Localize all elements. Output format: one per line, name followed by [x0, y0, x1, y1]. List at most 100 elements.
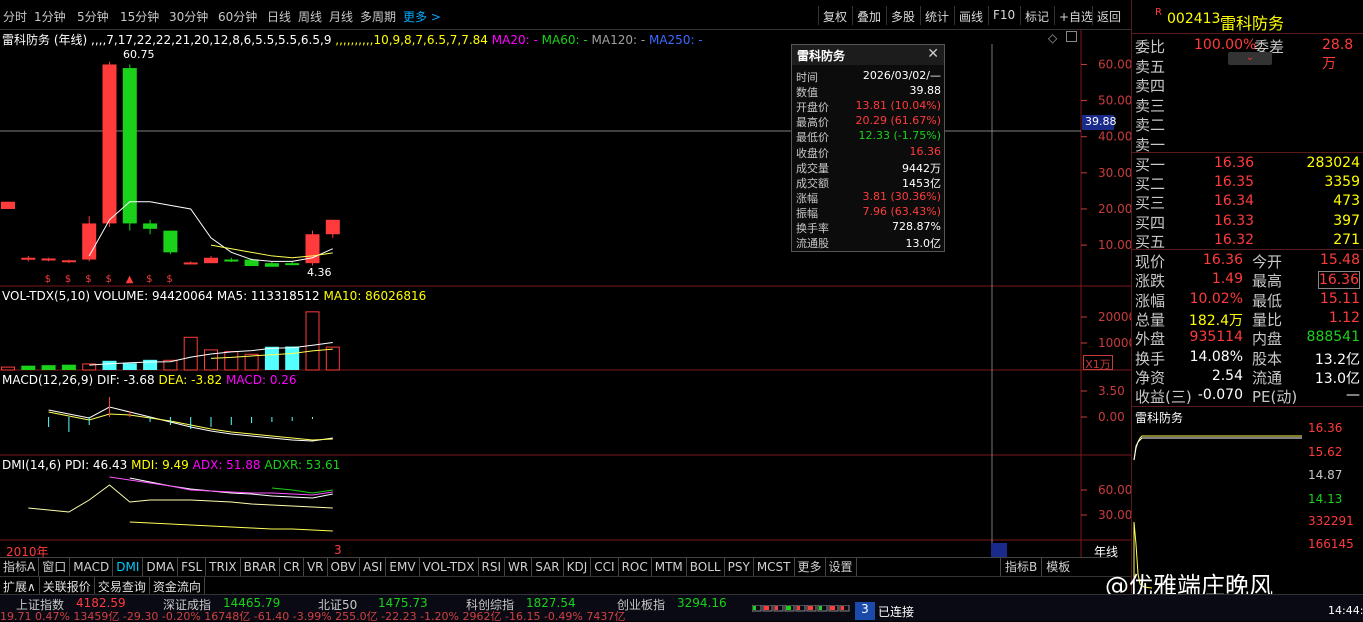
- toolbar-1[interactable]: 叠加: [852, 6, 885, 25]
- tab-更多[interactable]: 更多: [795, 558, 826, 577]
- quote-label: 最高: [1252, 272, 1283, 291]
- tab-MCST[interactable]: MCST: [754, 558, 795, 577]
- tab-BOLL[interactable]: BOLL: [687, 558, 725, 577]
- index-name[interactable]: 创业板指: [617, 596, 665, 613]
- vol-unit: X1万: [1083, 355, 1113, 371]
- crosshair-value: 39.88: [1082, 115, 1117, 130]
- tab-ASI[interactable]: ASI: [360, 558, 387, 577]
- vol-title: VOL-TDX(5,10): [2, 289, 91, 303]
- buy-level-price: 16.34: [1214, 193, 1255, 210]
- quote-value: 2.54: [1211, 367, 1243, 384]
- index-name[interactable]: 上证指数: [16, 596, 64, 613]
- tab-MTM[interactable]: MTM: [652, 558, 687, 577]
- tab-DMI[interactable]: DMI: [113, 558, 144, 577]
- tab-指标A[interactable]: 指标A: [0, 558, 40, 577]
- high-label: 60.75: [123, 48, 155, 61]
- macd-header: MACD(12,26,9) DIF: -3.68 DEA: -3.82 MACD…: [2, 373, 297, 387]
- r-badge: R: [1155, 7, 1162, 18]
- period-10[interactable]: 更多 >: [403, 8, 441, 25]
- market-breadth-bar: [752, 605, 850, 612]
- index-name[interactable]: 深证成指: [163, 596, 211, 613]
- period-0[interactable]: 分时: [3, 8, 27, 25]
- main-y-1: 50.00: [1098, 94, 1131, 108]
- quote-value: 15.11: [1319, 290, 1360, 307]
- quote-label: 总量: [1135, 310, 1166, 329]
- candle-body: [244, 259, 259, 267]
- toolbar-7[interactable]: +自选: [1054, 6, 1097, 25]
- mini-volume-tick: 332291: [1308, 514, 1354, 528]
- toolbar-8[interactable]: 返回: [1092, 6, 1125, 25]
- tab-WR[interactable]: WR: [505, 558, 533, 577]
- quote-value: 888541: [1306, 329, 1360, 346]
- toolbar-6[interactable]: 标记: [1020, 6, 1053, 25]
- index-name[interactable]: 北证50: [318, 596, 357, 613]
- popup-key: 最高价: [796, 116, 829, 130]
- tab-EMV[interactable]: EMV: [386, 558, 420, 577]
- data-window-popup: 雷科防务 ✕ 时间 2026/03/02/— 数值 39.88 开盘价 13.81 (10…: [791, 44, 945, 252]
- tab-TRIX[interactable]: TRIX: [206, 558, 241, 577]
- tab-设置[interactable]: 设置: [826, 558, 857, 577]
- window-toggle-icon[interactable]: [1066, 31, 1077, 42]
- tab-VR[interactable]: VR: [304, 558, 328, 577]
- period-3[interactable]: 15分钟: [120, 8, 159, 25]
- tab-模板[interactable]: 模板: [1041, 557, 1074, 576]
- vol-header: VOL-TDX(5,10) VOLUME: 94420064 MA5: 1133…: [2, 289, 426, 303]
- period-2[interactable]: 5分钟: [77, 8, 109, 25]
- macd-dif: DIF: -3.68: [96, 373, 155, 387]
- toolbar-3[interactable]: 统计: [920, 6, 953, 25]
- tab-SAR[interactable]: SAR: [532, 558, 564, 577]
- breadth-fill: [797, 606, 800, 610]
- macd-dea: DEA: -3.82: [158, 373, 223, 387]
- toolbar-2[interactable]: 多股: [886, 6, 919, 25]
- signal-marker: $: [166, 274, 172, 285]
- tab-CR[interactable]: CR: [280, 558, 304, 577]
- main-y-2: 40.00: [1098, 130, 1131, 144]
- popup-key: 流通股: [796, 237, 829, 251]
- tab-BRAR[interactable]: BRAR: [241, 558, 281, 577]
- breadth-fill: [819, 606, 822, 610]
- tab-RSI[interactable]: RSI: [479, 558, 506, 577]
- tab-VOL-TDX[interactable]: VOL-TDX: [420, 558, 479, 577]
- period-1[interactable]: 1分钟: [34, 8, 66, 25]
- popup-row: 振幅 7.96 (63.43%): [792, 205, 944, 220]
- popup-value: 728.87%: [892, 220, 941, 233]
- tab-ROC[interactable]: ROC: [619, 558, 652, 577]
- toolbar-5[interactable]: F10: [988, 6, 1019, 25]
- period-7[interactable]: 周线: [298, 8, 322, 25]
- period-8[interactable]: 月线: [329, 8, 353, 25]
- mini-intraday-chart[interactable]: [1132, 424, 1302, 589]
- mini-price-tick: 14.87: [1308, 468, 1343, 483]
- toolbar-0[interactable]: 复权: [818, 6, 851, 25]
- collapse-chevron-icon[interactable]: ⌄: [1228, 52, 1272, 65]
- popup-key: 换手率: [796, 222, 829, 235]
- dmi-y-1: 30.00: [1098, 508, 1131, 522]
- volume-bar: [41, 365, 56, 370]
- volume-bar: [183, 336, 198, 371]
- popup-value: 13.0亿: [905, 237, 942, 251]
- tab-CCI[interactable]: CCI: [591, 558, 619, 577]
- tab-KDJ[interactable]: KDJ: [564, 558, 592, 577]
- index-name[interactable]: 科创综指: [466, 596, 514, 613]
- tab-DMA[interactable]: DMA: [143, 558, 179, 577]
- main-y-5: 10.00: [1098, 238, 1131, 252]
- tab-FSL[interactable]: FSL: [178, 558, 207, 577]
- quote-value: 1.49: [1211, 271, 1243, 288]
- tab-MACD[interactable]: MACD: [70, 558, 114, 577]
- diamond-icon[interactable]: ◇: [1048, 31, 1057, 45]
- period-6[interactable]: 日线: [267, 8, 291, 25]
- volume-bar: [204, 349, 218, 371]
- tab-PSY[interactable]: PSY: [725, 558, 754, 577]
- period-4[interactable]: 30分钟: [169, 8, 208, 25]
- tab-OBV[interactable]: OBV: [328, 558, 361, 577]
- tab-窗口[interactable]: 窗口: [39, 558, 71, 577]
- period-9[interactable]: 多周期: [360, 8, 396, 25]
- tab-指标B[interactable]: 指标B: [1000, 557, 1041, 576]
- index-value: 1827.54: [526, 596, 576, 610]
- buy-level-volume: 271: [1333, 231, 1360, 248]
- toolbar-4[interactable]: 画线: [954, 6, 987, 25]
- signal-marker: $: [85, 274, 91, 285]
- close-icon[interactable]: ✕: [927, 46, 939, 62]
- period-5[interactable]: 60分钟: [218, 8, 257, 25]
- sep: [1132, 33, 1363, 34]
- index-value: 3294.16: [677, 596, 727, 610]
